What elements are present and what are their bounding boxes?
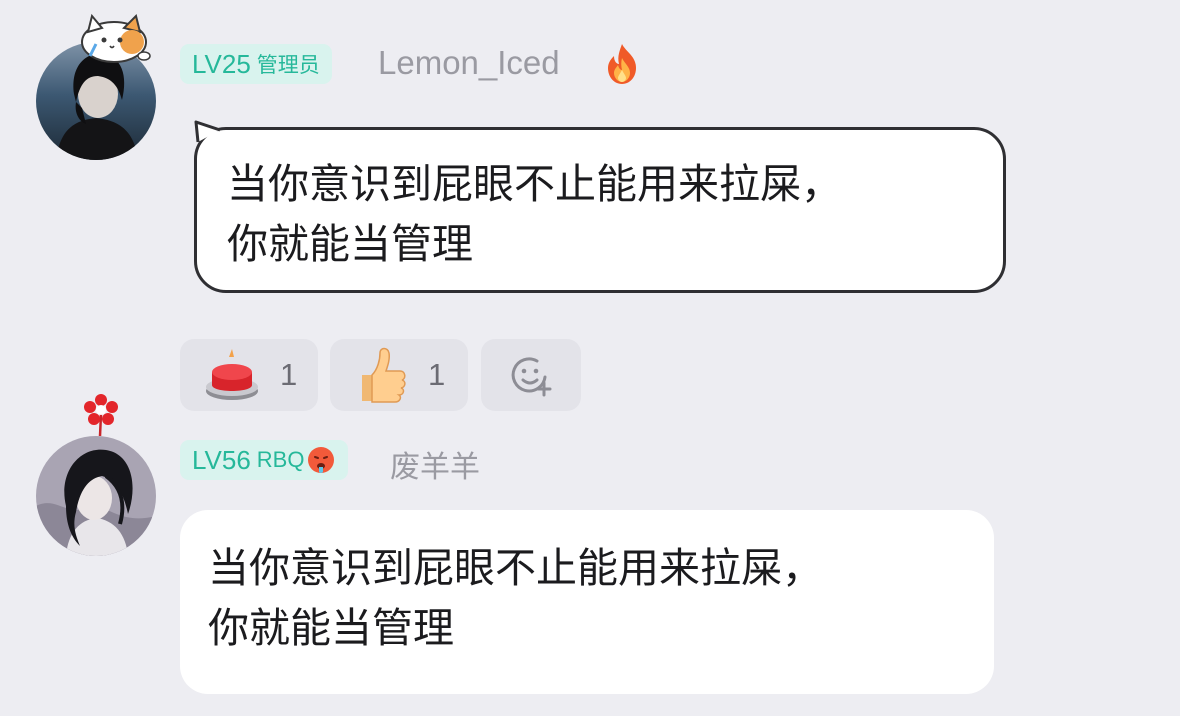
- level-badge: LV25 管理员: [180, 44, 332, 84]
- level-label: LV25: [192, 48, 251, 79]
- username[interactable]: Lemon_Iced: [378, 44, 560, 82]
- red-flower-icon: [82, 394, 120, 438]
- level-label: LV56: [192, 444, 251, 475]
- red-button-emoji-icon: [202, 345, 262, 405]
- username[interactable]: 废羊羊: [390, 442, 480, 486]
- role-label: 管理员: [256, 53, 320, 77]
- reaction-count: 1: [280, 357, 298, 392]
- message-text: 当你意识到屁眼不止能用来拉屎， 你就能当管理: [227, 160, 842, 268]
- reaction-count: 1: [428, 357, 446, 392]
- flushed-hot-face-icon: [306, 445, 336, 475]
- thumbs-up-emoji-icon: [356, 345, 408, 405]
- fire-icon: [600, 42, 644, 86]
- cat-sticker-icon: [74, 8, 152, 66]
- reaction-thumbs-up[interactable]: 1: [330, 339, 468, 411]
- message-bubble[interactable]: 当你意识到屁眼不止能用来拉屎， 你就能当管理: [180, 510, 994, 694]
- message-text: 当你意识到屁眼不止能用来拉屎， 你就能当管理: [208, 544, 823, 652]
- bubble-tail: [194, 120, 224, 144]
- avatar[interactable]: [36, 436, 156, 556]
- message-bubble[interactable]: 当你意识到屁眼不止能用来拉屎， 你就能当管理: [194, 127, 1006, 293]
- add-emoji-icon: [509, 353, 553, 397]
- level-badge: LV56 RBQ: [180, 440, 349, 480]
- add-reaction-button[interactable]: [481, 339, 581, 411]
- role-label: RBQ: [256, 447, 305, 472]
- reaction-red-button[interactable]: 1: [180, 339, 318, 411]
